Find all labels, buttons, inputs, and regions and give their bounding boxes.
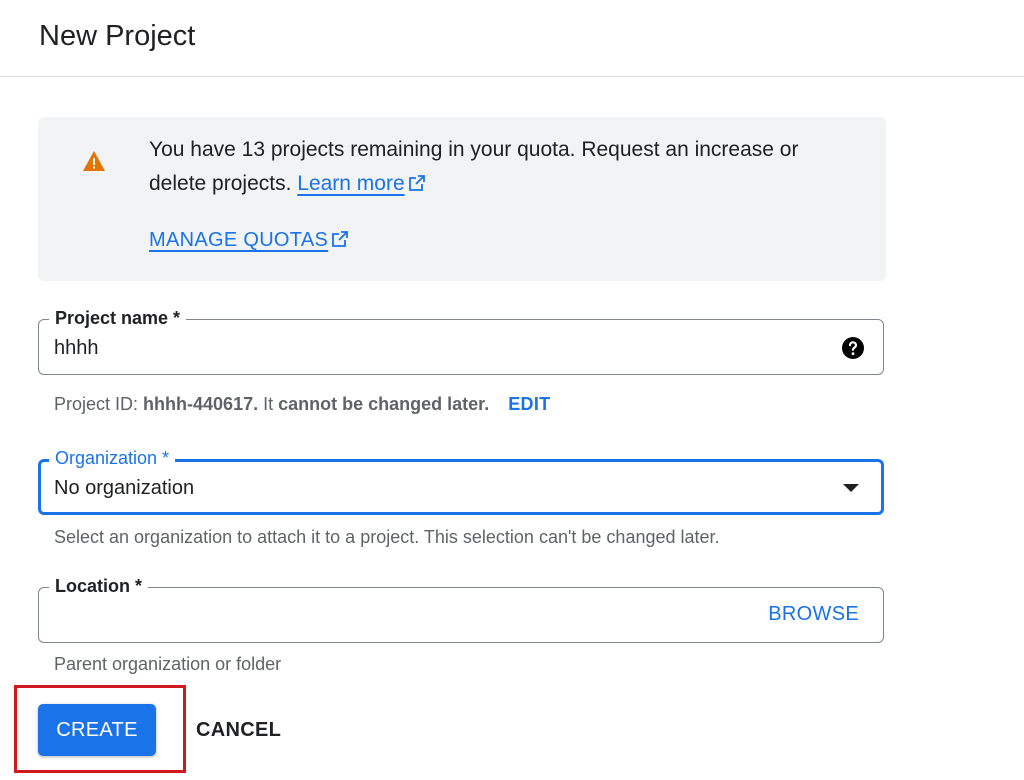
- project-name-field[interactable]: Project name * hhhh: [38, 307, 884, 375]
- project-id-hint: Project ID: hhhh-440617. It cannot be ch…: [54, 392, 550, 416]
- title-divider: [0, 76, 1024, 77]
- quota-message: You have 13 projects remaining in your q…: [149, 138, 799, 195]
- project-name-input[interactable]: hhhh: [54, 335, 99, 361]
- project-id-mid: It: [263, 394, 274, 414]
- help-icon[interactable]: [841, 336, 865, 360]
- project-name-label: Project name *: [49, 307, 187, 329]
- project-id-warning: cannot be changed later.: [278, 394, 490, 414]
- manage-quotas-label: MANAGE QUOTAS: [149, 229, 329, 251]
- quota-notice: You have 13 projects remaining in your q…: [38, 117, 886, 281]
- manage-quotas-link[interactable]: MANAGE QUOTAS: [149, 223, 349, 257]
- chevron-down-icon[interactable]: [843, 484, 859, 492]
- quota-notice-text: You have 13 projects remaining in your q…: [149, 133, 849, 201]
- organization-value: No organization: [54, 477, 195, 499]
- project-id-prefix: Project ID:: [54, 394, 139, 414]
- location-label: Location *: [49, 575, 149, 597]
- organization-label: Organization *: [49, 447, 176, 469]
- page-title: New Project: [39, 20, 196, 52]
- external-link-icon: [408, 175, 425, 191]
- learn-more-label: Learn more: [297, 172, 405, 195]
- organization-hint: Select an organization to attach it to a…: [54, 527, 720, 547]
- location-hint: Parent organization or folder: [54, 654, 282, 674]
- new-project-page: New Project You have 13 projects remaini…: [0, 0, 1024, 780]
- organization-select[interactable]: Organization * No organization: [38, 447, 884, 515]
- browse-button[interactable]: BROWSE: [768, 603, 859, 626]
- location-field[interactable]: Location * BROWSE: [38, 575, 884, 643]
- external-link-icon: [332, 231, 349, 247]
- cancel-button[interactable]: CANCEL: [186, 704, 291, 756]
- edit-project-id-button[interactable]: EDIT: [508, 394, 550, 414]
- learn-more-link[interactable]: Learn more: [297, 172, 404, 195]
- warning-icon: [83, 151, 105, 171]
- project-id-value: hhhh-440617.: [143, 394, 259, 414]
- create-button[interactable]: CREATE: [38, 704, 156, 756]
